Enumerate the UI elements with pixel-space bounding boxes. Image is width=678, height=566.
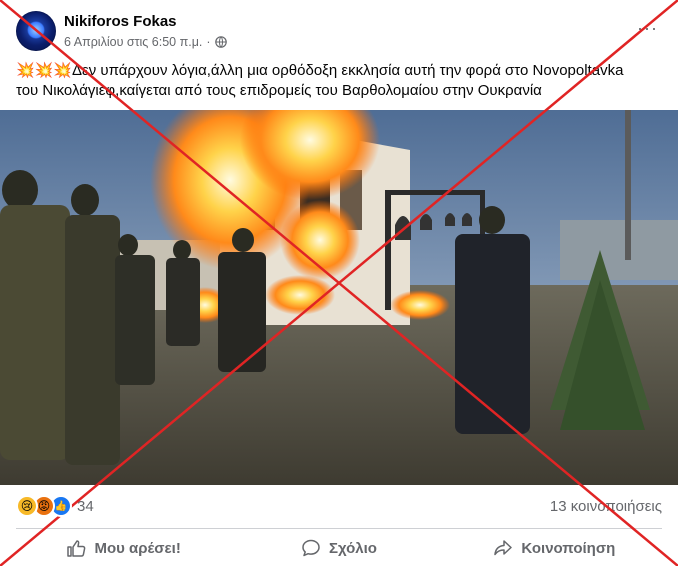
collision-emoji: 💥💥💥 xyxy=(16,62,73,79)
more-options-icon[interactable]: ··· xyxy=(637,18,658,39)
author-name[interactable]: Nikiforos Fokas xyxy=(64,13,177,30)
post-text: 💥💥💥Δεν υπάρχουν λόγια,άλλη μια ορθόδοξη … xyxy=(16,61,664,101)
like-label: Μου αρέσει! xyxy=(94,539,181,557)
like-button[interactable]: Μου αρέσει! xyxy=(16,532,231,564)
burning-church-scene xyxy=(0,110,678,485)
comment-button[interactable]: Σχόλιο xyxy=(231,532,446,564)
post-meta: 6 Απριλίου στις 6:50 π.μ. · xyxy=(64,35,227,49)
post-text-line1: Δεν υπάρχουν λόγια,άλλη μια ορθόδοξη εκκ… xyxy=(72,62,624,79)
share-arrow-icon xyxy=(494,540,513,556)
globe-icon xyxy=(214,36,227,48)
comment-bubble-icon xyxy=(302,539,320,557)
post-video[interactable] xyxy=(0,110,678,485)
sad-reaction-icon: 😢 xyxy=(16,495,38,517)
comment-label: Σχόλιο xyxy=(329,539,377,557)
post-text-line2: του Νικολάγιεφ,καίγεται από τους επιδρομ… xyxy=(16,82,542,99)
post-header: Nikiforos Fokas 6 Απριλίου στις 6:50 π.μ… xyxy=(0,0,678,58)
share-button[interactable]: Κοινοποίηση xyxy=(447,532,662,564)
author-avatar[interactable] xyxy=(16,11,56,51)
post-actions: Μου αρέσει! Σχόλιο Κοινοποίηση xyxy=(16,532,662,564)
thumbs-up-icon xyxy=(67,540,86,557)
meta-separator: · xyxy=(206,35,211,49)
reactions-summary[interactable]: 😢 😡 👍 34 xyxy=(16,495,94,517)
share-label: Κοινοποίηση xyxy=(521,539,616,557)
post-date[interactable]: 6 Απριλίου στις 6:50 π.μ. xyxy=(64,35,202,49)
reaction-count[interactable]: 34 xyxy=(77,498,94,515)
share-count[interactable]: 13 κοινοποιήσεις xyxy=(550,498,662,515)
actions-divider xyxy=(16,528,662,529)
